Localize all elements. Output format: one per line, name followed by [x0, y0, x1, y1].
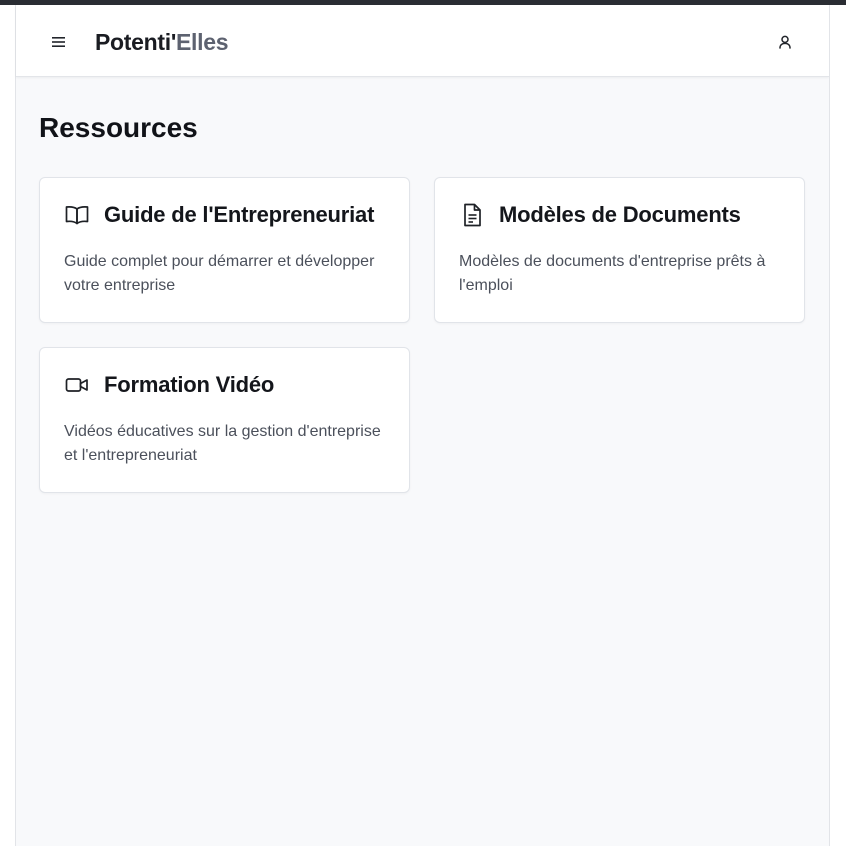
page-title: Ressources — [39, 112, 198, 143]
open-book-icon — [64, 203, 90, 227]
resource-card-video[interactable]: Formation Vidéo Vidéos éducatives sur la… — [39, 347, 410, 493]
hamburger-menu-icon — [52, 36, 66, 48]
menu-button[interactable] — [47, 31, 71, 53]
card-title: Modèles de Documents — [499, 202, 741, 227]
document-icon — [459, 203, 485, 227]
top-header: Potenti'Elles — [16, 5, 829, 77]
video-camera-icon — [64, 373, 90, 397]
card-description: Guide complet pour démarrer et développe… — [64, 253, 375, 294]
card-title: Guide de l'Entrepreneuriat — [104, 202, 375, 227]
brand-name-accent: Elles — [176, 29, 229, 55]
card-title: Formation Vidéo — [104, 372, 275, 397]
app-container: Potenti'Elles Ressources Guide de l'Entr… — [16, 5, 829, 846]
resource-card-templates[interactable]: Modèles de Documents Modèles de document… — [434, 177, 805, 323]
left-frame-edge — [0, 5, 16, 846]
brand-logo[interactable]: Potenti'Elles — [95, 27, 229, 57]
user-account-button[interactable] — [773, 30, 797, 54]
resource-card-guide[interactable]: Guide de l'Entrepreneuriat Guide complet… — [39, 177, 410, 323]
right-frame-edge — [829, 5, 846, 846]
user-icon — [778, 35, 792, 49]
brand-name-main: Potenti' — [95, 29, 177, 55]
card-description: Modèles de documents d'entreprise prêts … — [459, 253, 766, 294]
browser-window: Potenti'Elles Ressources Guide de l'Entr… — [0, 5, 846, 846]
card-description: Vidéos éducatives sur la gestion d'entre… — [64, 423, 381, 464]
